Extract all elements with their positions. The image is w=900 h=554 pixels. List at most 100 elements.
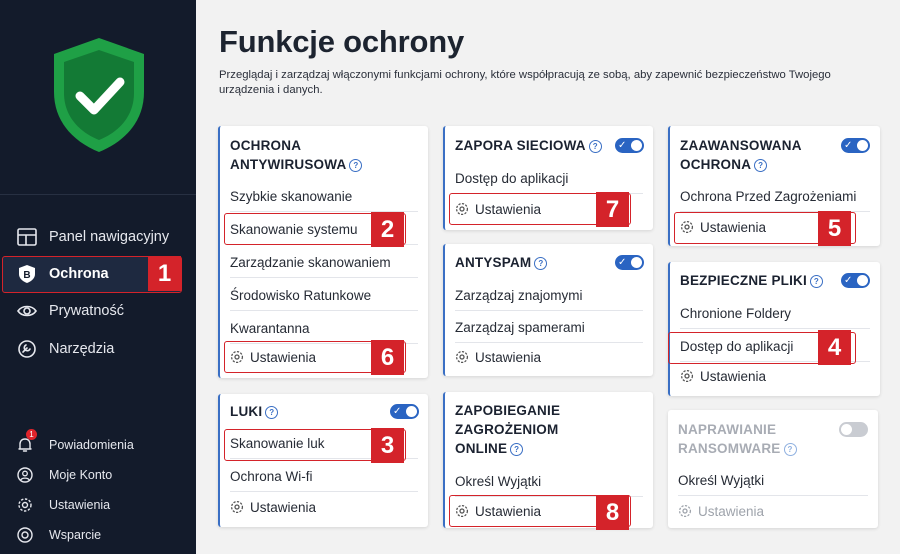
sidebar-item-label: Panel nawigacyjny <box>49 229 170 245</box>
item-threat-protection[interactable]: Ochrona Przed Zagrożeniami <box>680 183 870 212</box>
item-rescue-environment[interactable]: Środowisko Ratunkowe <box>230 282 418 311</box>
sidebar-item-dashboard[interactable]: Panel nawigacyjny <box>0 219 196 255</box>
card-title-line: ANTYWIRUSOWA <box>230 157 347 172</box>
settings-link-safe-files[interactable]: Ustawienia <box>680 363 870 391</box>
settings-label: Ustawienia <box>700 369 767 384</box>
marker-6: 6 <box>371 340 404 375</box>
card-advanced-protection: ZAAWANSOWANA OCHRONA? Ochrona Przed Zagr… <box>668 126 880 246</box>
sidebar-divider <box>0 194 196 195</box>
card-title: ZAPORA SIECIOWA? <box>455 136 602 155</box>
eye-icon <box>17 305 37 317</box>
settings-link-ransomware[interactable]: Ustawienia <box>678 498 868 526</box>
card-title-line: OCHRONA <box>230 138 302 153</box>
sidebar: Panel nawigacyjny B Ochrona 1 Prywatność… <box>0 0 196 554</box>
toggle-ransomware-remediation[interactable] <box>839 422 868 437</box>
sidebar-item-privacy[interactable]: Prywatność <box>0 293 196 329</box>
card-title: OCHRONA ANTYWIRUSOWA? <box>230 136 363 174</box>
svg-text:B: B <box>23 270 30 281</box>
toggle-antispam[interactable] <box>615 255 644 270</box>
page-title: Funkcje ochrony <box>219 24 465 59</box>
card-title: ANTYSPAM? <box>455 253 548 272</box>
card-title-line: ZAPORA SIECIOWA <box>455 138 586 153</box>
sidebar-item-settings[interactable]: Ustawienia <box>0 492 196 518</box>
card-safe-files: BEZPIECZNE PLIKI? Chronione Foldery Dost… <box>668 262 880 396</box>
tools-icon <box>18 340 36 358</box>
item-define-exceptions-ransomware[interactable]: Określ Wyjątki <box>678 467 868 496</box>
help-icon[interactable]: ? <box>809 275 823 288</box>
card-antispam: ANTYSPAM? Zarządzaj znajomymi Zarządzaj … <box>443 244 653 376</box>
shield-b-icon: B <box>19 265 35 283</box>
shield-check-logo-icon <box>54 38 144 152</box>
sidebar-item-notifications[interactable]: 1 Powiadomienia <box>0 429 196 458</box>
card-title-line: ZAGROŻENIOM <box>455 422 559 437</box>
item-manage-friends[interactable]: Zarządzaj znajomymi <box>455 282 643 311</box>
gear-icon <box>680 369 694 383</box>
marker-8: 8 <box>596 495 629 530</box>
card-title-line: OCHRONA <box>680 157 752 172</box>
toggle-firewall[interactable] <box>615 138 644 153</box>
item-scan-management[interactable]: Zarządzanie skanowaniem <box>230 249 418 278</box>
help-icon[interactable]: ? <box>534 257 548 270</box>
help-icon[interactable]: ? <box>349 159 363 172</box>
card-title-line: RANSOMWARE <box>678 441 781 456</box>
help-icon[interactable]: ? <box>783 443 797 456</box>
marker-7: 7 <box>596 192 629 227</box>
card-title-line: ZAPOBIEGANIE <box>455 403 561 418</box>
sidebar-item-account[interactable]: Moje Konto <box>0 462 196 488</box>
support-icon <box>17 527 33 543</box>
gear-icon <box>678 504 692 518</box>
item-protected-folders[interactable]: Chronione Foldery <box>680 300 870 329</box>
item-wifi-protection[interactable]: Ochrona Wi-fi <box>230 463 418 492</box>
sidebar-item-label: Ustawienia <box>49 498 111 512</box>
marker-1: 1 <box>148 256 181 291</box>
gear-icon <box>455 350 469 364</box>
account-icon <box>17 467 33 483</box>
card-title-line: ZAAWANSOWANA <box>680 138 802 153</box>
settings-label: Ustawienia <box>475 350 542 365</box>
card-title-line: ONLINE <box>455 441 508 456</box>
card-title: NAPRAWIANIE RANSOMWARE? <box>678 420 797 458</box>
sidebar-item-label: Powiadomienia <box>49 438 134 452</box>
card-title: LUKI? <box>230 402 279 421</box>
sidebar-item-label: Ochrona <box>49 266 109 282</box>
sidebar-item-support[interactable]: Wsparcie <box>0 522 196 548</box>
notification-badge: 1 <box>26 429 37 440</box>
card-title-line: BEZPIECZNE PLIKI <box>680 273 807 288</box>
card-title-line: LUKI <box>230 404 263 419</box>
sidebar-item-label: Narzędzia <box>49 341 115 357</box>
card-title-line: ANTYSPAM <box>455 255 532 270</box>
sidebar-item-tools[interactable]: Narzędzia <box>0 331 196 367</box>
card-title: ZAAWANSOWANA OCHRONA? <box>680 136 802 174</box>
card-title-line: NAPRAWIANIE <box>678 422 777 437</box>
item-manage-spammers[interactable]: Zarządzaj spamerami <box>455 314 643 343</box>
help-icon[interactable]: ? <box>265 406 279 419</box>
sidebar-item-label: Wsparcie <box>49 528 102 542</box>
toggle-vulnerabilities[interactable] <box>390 404 419 419</box>
marker-3: 3 <box>371 428 404 463</box>
item-quick-scan[interactable]: Szybkie skanowanie <box>230 183 418 212</box>
card-online-threat-prevention: ZAPOBIEGANIE ZAGROŻENIOM ONLINE? Określ … <box>443 392 653 530</box>
dashboard-icon <box>17 228 37 246</box>
card-title: BEZPIECZNE PLIKI? <box>680 271 823 290</box>
gear-icon <box>18 498 32 512</box>
card-antivirus: OCHRONA ANTYWIRUSOWA? Szybkie skanowanie… <box>218 126 428 378</box>
settings-link-vulnerabilities[interactable]: Ustawienia <box>230 494 418 522</box>
settings-label: Ustawienia <box>698 504 765 519</box>
item-app-access[interactable]: Dostęp do aplikacji <box>455 165 643 194</box>
marker-2: 2 <box>371 212 404 247</box>
card-firewall: ZAPORA SIECIOWA? Dostęp do aplikacji Ust… <box>443 126 653 230</box>
toggle-advanced-protection[interactable] <box>841 138 870 153</box>
sidebar-item-label: Prywatność <box>49 303 124 319</box>
settings-label: Ustawienia <box>250 500 317 515</box>
settings-link-antispam[interactable]: Ustawienia <box>455 344 643 372</box>
gear-icon <box>230 500 244 514</box>
toggle-safe-files[interactable] <box>841 273 870 288</box>
marker-4: 4 <box>818 330 851 365</box>
help-icon[interactable]: ? <box>510 443 524 456</box>
page-description: Przeglądaj i zarządzaj włączonymi funkcj… <box>219 69 831 96</box>
item-define-exceptions[interactable]: Określ Wyjątki <box>455 468 643 497</box>
help-icon[interactable]: ? <box>588 140 602 153</box>
main-content: Funkcje ochrony Przeglądaj i zarządzaj w… <box>196 0 900 554</box>
sidebar-item-label: Moje Konto <box>49 468 113 482</box>
help-icon[interactable]: ? <box>754 159 768 172</box>
